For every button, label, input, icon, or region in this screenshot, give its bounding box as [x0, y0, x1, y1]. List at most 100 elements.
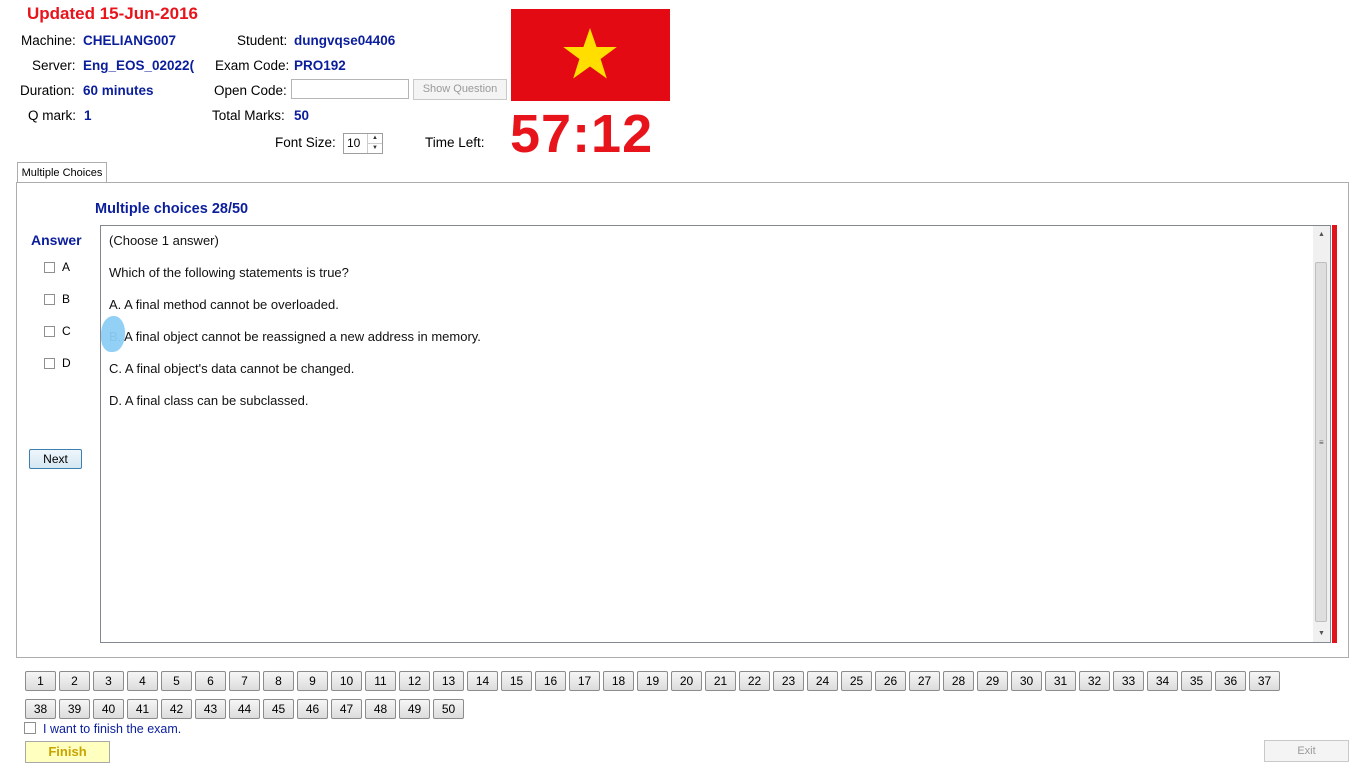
machine-value: CHELIANG007	[83, 33, 177, 48]
question-line: A. A final method cannot be overloaded.	[109, 297, 339, 312]
answer-label: Answer	[31, 232, 82, 248]
total-marks-label: Total Marks:	[212, 108, 285, 123]
question-nav-button[interactable]: 25	[841, 671, 872, 691]
question-nav-button[interactable]: 5	[161, 671, 192, 691]
question-nav-button[interactable]: 38	[25, 699, 56, 719]
answer-checkbox-c[interactable]	[44, 326, 55, 337]
question-nav-button[interactable]: 24	[807, 671, 838, 691]
question-text-box[interactable]: (Choose 1 answer) Which of the following…	[100, 225, 1331, 643]
question-nav-button[interactable]: 11	[365, 671, 396, 691]
question-nav-button[interactable]: 23	[773, 671, 804, 691]
question-nav-button[interactable]: 13	[433, 671, 464, 691]
question-nav-button[interactable]: 27	[909, 671, 940, 691]
question-line: B. A final object cannot be reassigned a…	[109, 329, 481, 344]
answer-option-label: D	[62, 356, 71, 370]
finish-checkbox-label[interactable]: I want to finish the exam.	[43, 722, 181, 736]
font-size-value: 10	[347, 136, 361, 150]
finish-button[interactable]: Finish	[25, 741, 110, 763]
server-label: Server:	[32, 58, 76, 73]
stepper-down-icon[interactable]: ▼	[368, 144, 382, 153]
exit-button[interactable]: Exit	[1264, 740, 1349, 762]
duration-value: 60 minutes	[83, 83, 154, 98]
next-button[interactable]: Next	[29, 449, 82, 469]
answer-option-label: C	[62, 324, 71, 338]
time-left-label: Time Left:	[425, 135, 485, 150]
question-nav-button[interactable]: 8	[263, 671, 294, 691]
question-line: C. A final object's data cannot be chang…	[109, 361, 355, 376]
question-nav-button[interactable]: 9	[297, 671, 328, 691]
scroll-up-icon[interactable]: ▲	[1313, 226, 1330, 243]
machine-label: Machine:	[21, 33, 76, 48]
question-nav-button[interactable]: 30	[1011, 671, 1042, 691]
question-nav-button[interactable]: 4	[127, 671, 158, 691]
question-nav-button[interactable]: 49	[399, 699, 430, 719]
question-nav-button[interactable]: 50	[433, 699, 464, 719]
question-nav-button[interactable]: 44	[229, 699, 260, 719]
server-value: Eng_EOS_02022(	[83, 58, 195, 73]
question-nav-button[interactable]: 46	[297, 699, 328, 719]
font-size-stepper[interactable]: 10 ▲ ▼	[343, 133, 383, 154]
font-size-label: Font Size:	[275, 135, 336, 150]
vertical-scrollbar[interactable]: ▲ ≡ ▼	[1313, 226, 1330, 642]
accent-bar	[1332, 225, 1337, 643]
question-nav-button[interactable]: 12	[399, 671, 430, 691]
question-nav-button[interactable]: 3	[93, 671, 124, 691]
stepper-up-icon[interactable]: ▲	[368, 134, 382, 144]
question-nav-button[interactable]: 10	[331, 671, 362, 691]
question-nav-button[interactable]: 28	[943, 671, 974, 691]
scroll-down-icon[interactable]: ▼	[1313, 625, 1330, 642]
question-nav-button[interactable]: 48	[365, 699, 396, 719]
student-label: Student:	[237, 33, 288, 48]
highlight-mark	[101, 316, 125, 352]
question-nav-button[interactable]: 39	[59, 699, 90, 719]
open-code-label: Open Code:	[214, 83, 287, 98]
grip-icon: ≡	[1319, 438, 1324, 447]
question-nav-button[interactable]: 17	[569, 671, 600, 691]
question-nav-button[interactable]: 2	[59, 671, 90, 691]
question-nav-button[interactable]: 15	[501, 671, 532, 691]
question-nav-button[interactable]: 26	[875, 671, 906, 691]
question-nav-button[interactable]: 16	[535, 671, 566, 691]
question-nav-button[interactable]: 41	[127, 699, 158, 719]
question-nav-button[interactable]: 34	[1147, 671, 1178, 691]
question-title: Multiple choices 28/50	[95, 201, 249, 217]
question-nav-button[interactable]: 35	[1181, 671, 1212, 691]
question-nav-button[interactable]: 42	[161, 699, 192, 719]
question-line: Which of the following statements is tru…	[109, 265, 349, 280]
question-nav-button[interactable]: 19	[637, 671, 668, 691]
answer-checkbox-a[interactable]	[44, 262, 55, 273]
exam-code-value: PRO192	[294, 58, 346, 73]
question-nav-button[interactable]: 40	[93, 699, 124, 719]
question-nav-button[interactable]: 20	[671, 671, 702, 691]
answer-option-label: A	[62, 260, 71, 274]
answer-option-label: B	[62, 292, 71, 306]
question-nav-button[interactable]: 45	[263, 699, 294, 719]
question-nav-button[interactable]: 37	[1249, 671, 1280, 691]
question-nav-button[interactable]: 32	[1079, 671, 1110, 691]
time-left-value: 57:12	[510, 104, 654, 164]
question-nav-button[interactable]: 21	[705, 671, 736, 691]
question-nav-button[interactable]: 43	[195, 699, 226, 719]
duration-label: Duration:	[20, 83, 75, 98]
question-nav-button[interactable]: 1	[25, 671, 56, 691]
question-nav-button[interactable]: 29	[977, 671, 1008, 691]
open-code-input[interactable]	[291, 79, 409, 99]
question-nav-button[interactable]: 7	[229, 671, 260, 691]
qmark-label: Q mark:	[28, 108, 77, 123]
show-question-button[interactable]: Show Question	[413, 79, 507, 100]
student-value: dungvqse04406	[294, 33, 396, 48]
question-nav-button[interactable]: 6	[195, 671, 226, 691]
answer-checkbox-d[interactable]	[44, 358, 55, 369]
question-nav-button[interactable]: 31	[1045, 671, 1076, 691]
question-nav-button[interactable]: 36	[1215, 671, 1246, 691]
question-nav-button[interactable]: 18	[603, 671, 634, 691]
tab-multiple-choices[interactable]: Multiple Choices	[17, 162, 107, 183]
updated-date: Updated 15-Jun-2016	[27, 4, 198, 23]
finish-checkbox[interactable]	[24, 722, 36, 734]
question-nav-button[interactable]: 33	[1113, 671, 1144, 691]
question-nav-button[interactable]: 22	[739, 671, 770, 691]
question-nav-button[interactable]: 47	[331, 699, 362, 719]
scrollbar-thumb[interactable]: ≡	[1315, 262, 1327, 622]
answer-checkbox-b[interactable]	[44, 294, 55, 305]
question-nav-button[interactable]: 14	[467, 671, 498, 691]
